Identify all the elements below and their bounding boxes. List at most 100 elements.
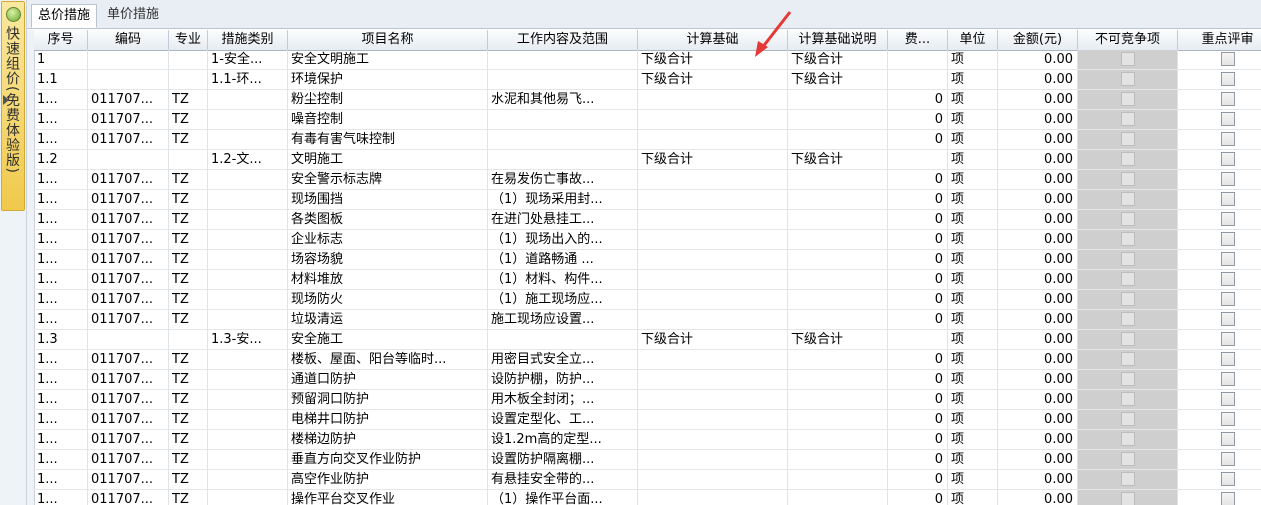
table-cell[interactable]: 项: [948, 170, 998, 190]
table-cell[interactable]: 011707...: [88, 390, 169, 410]
table-cell[interactable]: 1...: [34, 450, 88, 470]
checkbox[interactable]: [1120, 471, 1135, 486]
table-cell[interactable]: TZ: [169, 370, 208, 390]
noncompetitive-checkbox-cell[interactable]: [1078, 70, 1178, 90]
table-row[interactable]: 1... 011707... TZ 各类图板 在进门处悬挂工... 0 项 0.00: [34, 210, 1261, 230]
table-cell[interactable]: [88, 50, 169, 70]
table-cell[interactable]: 0.00: [998, 430, 1078, 450]
checkbox[interactable]: [1220, 191, 1235, 206]
table-cell[interactable]: 项: [948, 370, 998, 390]
table-cell[interactable]: 设1.2m高的定型...: [488, 430, 638, 450]
table-cell[interactable]: 1...: [34, 390, 88, 410]
table-cell[interactable]: 项: [948, 430, 998, 450]
noncompetitive-checkbox-cell[interactable]: [1078, 310, 1178, 330]
table-cell[interactable]: [638, 450, 788, 470]
table-cell[interactable]: 1...: [34, 250, 88, 270]
table-cell[interactable]: [208, 250, 288, 270]
table-cell[interactable]: 项: [948, 190, 998, 210]
key-review-checkbox-cell[interactable]: [1178, 210, 1261, 230]
table-cell[interactable]: [788, 190, 888, 210]
table-cell[interactable]: 0: [888, 410, 948, 430]
table-cell[interactable]: 0: [888, 350, 948, 370]
table-cell[interactable]: [788, 310, 888, 330]
table-row[interactable]: 1 1-安全... 安全文明施工 下级合计 下级合计 项 0.00: [34, 50, 1261, 70]
tab-unit-price-measures[interactable]: 单价措施: [101, 4, 165, 26]
table-cell[interactable]: 0: [888, 290, 948, 310]
checkbox[interactable]: [1120, 211, 1135, 226]
table-cell[interactable]: TZ: [169, 270, 208, 290]
key-review-checkbox-cell[interactable]: [1178, 250, 1261, 270]
table-cell[interactable]: TZ: [169, 130, 208, 150]
checkbox[interactable]: [1120, 71, 1135, 86]
table-cell[interactable]: [208, 490, 288, 505]
table-cell[interactable]: 在进门处悬挂工...: [488, 210, 638, 230]
table-cell[interactable]: [208, 290, 288, 310]
table-cell[interactable]: 下级合计: [788, 50, 888, 70]
table-cell[interactable]: （1）施工现场应...: [488, 290, 638, 310]
table-cell[interactable]: [169, 150, 208, 170]
checkbox[interactable]: [1220, 451, 1235, 466]
table-cell[interactable]: 文明施工: [288, 150, 488, 170]
table-cell[interactable]: 1.2-文...: [208, 150, 288, 170]
table-cell[interactable]: [88, 70, 169, 90]
table-cell[interactable]: 噪音控制: [288, 110, 488, 130]
table-cell[interactable]: [208, 130, 288, 150]
checkbox[interactable]: [1220, 51, 1235, 66]
table-cell[interactable]: 项: [948, 70, 998, 90]
table-cell[interactable]: 011707...: [88, 230, 169, 250]
table-row[interactable]: 1... 011707... TZ 噪音控制 0 项 0.00: [34, 110, 1261, 130]
table-cell[interactable]: 1: [34, 50, 88, 70]
checkbox[interactable]: [1220, 151, 1235, 166]
table-cell[interactable]: [208, 310, 288, 330]
column-header[interactable]: 单位: [948, 30, 998, 50]
checkbox[interactable]: [1220, 131, 1235, 146]
key-review-checkbox-cell[interactable]: [1178, 90, 1261, 110]
table-cell[interactable]: [638, 270, 788, 290]
table-cell[interactable]: [638, 170, 788, 190]
table-cell[interactable]: [638, 250, 788, 270]
checkbox[interactable]: [1220, 491, 1235, 505]
table-cell[interactable]: [638, 290, 788, 310]
table-row[interactable]: 1... 011707... TZ 垃圾清运 施工现场应设置... 0 项 0.00: [34, 310, 1261, 330]
table-cell[interactable]: 0: [888, 250, 948, 270]
table-row[interactable]: 1... 011707... TZ 楼板、屋面、阳台等临时... 用密目式安全立... 0…: [34, 350, 1261, 370]
key-review-checkbox-cell[interactable]: [1178, 390, 1261, 410]
table-cell[interactable]: [208, 90, 288, 110]
table-row[interactable]: 1.3 1.3-安... 安全施工 下级合计 下级合计 项 0.00: [34, 330, 1261, 350]
table-cell[interactable]: [88, 330, 169, 350]
table-cell[interactable]: 011707...: [88, 490, 169, 505]
table-cell[interactable]: 1...: [34, 130, 88, 150]
table-row[interactable]: 1.2 1.2-文... 文明施工 下级合计 下级合计 项 0.00: [34, 150, 1261, 170]
table-cell[interactable]: 项: [948, 310, 998, 330]
noncompetitive-checkbox-cell[interactable]: [1078, 450, 1178, 470]
table-cell[interactable]: 材料堆放: [288, 270, 488, 290]
table-row[interactable]: 1.1 1.1-环... 环境保护 下级合计 下级合计 项 0.00: [34, 70, 1261, 90]
table-cell[interactable]: [788, 430, 888, 450]
checkbox[interactable]: [1120, 291, 1135, 306]
column-header[interactable]: 计算基础: [638, 30, 788, 50]
table-row[interactable]: 1... 011707... TZ 材料堆放 （1）材料、构件... 0 项 0.00: [34, 270, 1261, 290]
checkbox[interactable]: [1120, 111, 1135, 126]
table-cell[interactable]: 0.00: [998, 350, 1078, 370]
table-cell[interactable]: TZ: [169, 290, 208, 310]
table-cell[interactable]: 0: [888, 190, 948, 210]
noncompetitive-checkbox-cell[interactable]: [1078, 250, 1178, 270]
table-cell[interactable]: 预留洞口防护: [288, 390, 488, 410]
noncompetitive-checkbox-cell[interactable]: [1078, 50, 1178, 70]
noncompetitive-checkbox-cell[interactable]: [1078, 270, 1178, 290]
table-cell[interactable]: 0: [888, 210, 948, 230]
table-cell[interactable]: 0.00: [998, 70, 1078, 90]
table-cell[interactable]: 有悬挂安全带的...: [488, 470, 638, 490]
table-cell[interactable]: TZ: [169, 490, 208, 505]
table-cell[interactable]: 各类图板: [288, 210, 488, 230]
key-review-checkbox-cell[interactable]: [1178, 70, 1261, 90]
table-cell[interactable]: [638, 190, 788, 210]
table-cell[interactable]: 1.1: [34, 70, 88, 90]
table-cell[interactable]: 项: [948, 90, 998, 110]
key-review-checkbox-cell[interactable]: [1178, 350, 1261, 370]
table-cell[interactable]: TZ: [169, 110, 208, 130]
table-cell[interactable]: [788, 210, 888, 230]
table-cell[interactable]: 安全警示标志牌: [288, 170, 488, 190]
checkbox[interactable]: [1120, 91, 1135, 106]
column-header[interactable]: 工作内容及范围: [488, 30, 638, 50]
